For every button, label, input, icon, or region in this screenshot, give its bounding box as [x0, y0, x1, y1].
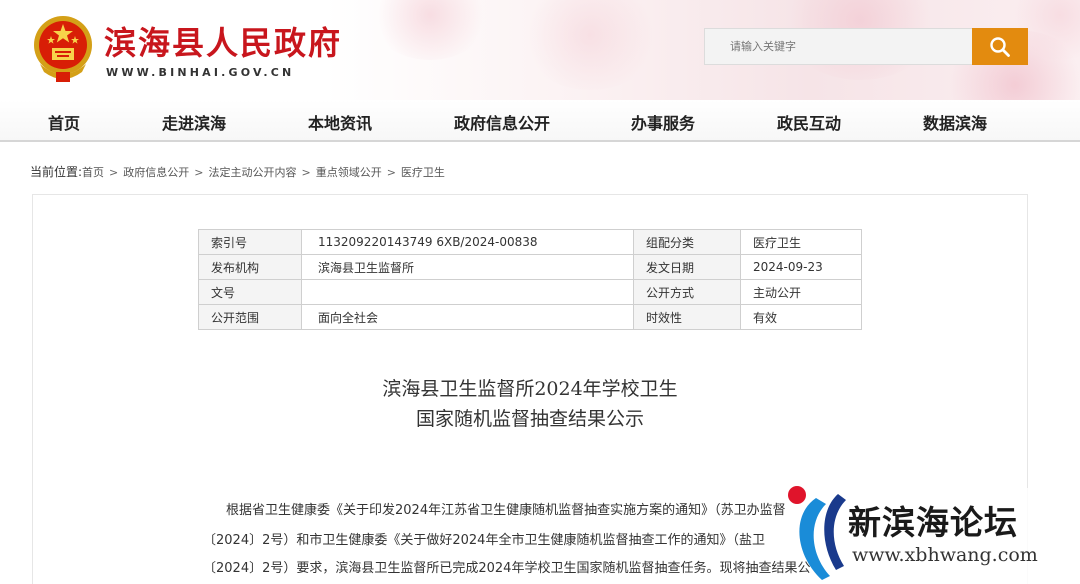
meta-value: 主动公开 [740, 279, 862, 305]
article-body-line: 根据省卫生健康委《关于印发2024年江苏省卫生健康随机监督抽查实施方案的通知》（… [226, 503, 786, 518]
decorative-blossom [520, 0, 660, 90]
breadcrumb: 当前位置:首页 > 政府信息公开 > 法定主动公开内容 > 重点领域公开 > 医疗卫生 [30, 163, 445, 180]
table-row: 索引号 113209220143749 6XB/2024-00838 组配分类 … [198, 229, 862, 255]
document-meta-table: 索引号 113209220143749 6XB/2024-00838 组配分类 … [198, 229, 862, 330]
nav-interaction[interactable]: 政民互动 [777, 110, 841, 134]
search-input[interactable] [704, 28, 974, 65]
meta-label: 发文日期 [633, 254, 741, 280]
search-icon [990, 36, 1010, 57]
nav-data[interactable]: 数据滨海 [923, 110, 987, 134]
search-button[interactable] [972, 28, 1028, 65]
breadcrumb-separator: > [109, 166, 119, 179]
watermark-text: 新滨海论坛 [848, 503, 1018, 542]
meta-label: 组配分类 [633, 229, 741, 255]
meta-value: 有效 [740, 304, 862, 330]
meta-label: 索引号 [198, 229, 302, 255]
article-title-line-2: 国家随机监督抽查结果公示 [415, 408, 644, 430]
table-row: 文号 公开方式 主动公开 [198, 279, 862, 305]
breadcrumb-separator: > [194, 166, 204, 179]
nav-services[interactable]: 办事服务 [631, 110, 695, 134]
meta-value: 面向全社会 [301, 304, 634, 330]
article-body-line: 〔2024〕2号）和市卫生健康委《关于做好2024年全市卫生健康随机监督抽查工作… [203, 533, 765, 548]
decorative-blossom [370, 0, 490, 60]
nav-gov-info[interactable]: 政府信息公开 [454, 110, 550, 134]
meta-value: 113209220143749 6XB/2024-00838 [301, 229, 634, 255]
breadcrumb-item-home[interactable]: 首页 [82, 166, 104, 179]
breadcrumb-item-gov-info[interactable]: 政府信息公开 [123, 166, 189, 179]
national-emblem-icon [34, 16, 92, 82]
breadcrumb-separator: > [301, 166, 311, 179]
meta-label: 文号 [198, 279, 302, 305]
main-nav: 首页 走进滨海 本地资讯 政府信息公开 办事服务 政民互动 数据滨海 [0, 100, 1080, 142]
meta-value: 2024-09-23 [740, 254, 862, 280]
breadcrumb-item-healthcare[interactable]: 医疗卫生 [401, 166, 445, 179]
nav-about-binhai[interactable]: 走进滨海 [162, 110, 226, 134]
site-header: 滨海县人民政府 WWW.BINHAI.GOV.CN [0, 0, 1080, 100]
meta-label: 发布机构 [198, 254, 302, 280]
breadcrumb-separator: > [386, 166, 396, 179]
meta-value: 滨海县卫生监督所 [301, 254, 634, 280]
breadcrumb-item-key-areas[interactable]: 重点领域公开 [316, 166, 382, 179]
nav-home[interactable]: 首页 [48, 110, 80, 134]
meta-label: 时效性 [633, 304, 741, 330]
table-row: 发布机构 滨海县卫生监督所 发文日期 2024-09-23 [198, 254, 862, 280]
meta-label: 公开范围 [198, 304, 302, 330]
meta-label: 公开方式 [633, 279, 741, 305]
breadcrumb-item-statutory[interactable]: 法定主动公开内容 [208, 166, 296, 179]
site-url: WWW.BINHAI.GOV.CN [106, 66, 295, 79]
meta-value [301, 279, 634, 305]
site-title[interactable]: 滨海县人民政府 [104, 18, 342, 64]
article-body-line: 〔2024〕2号）要求，滨海县卫生监督所已完成2024年学校卫生国家随机监督抽查… [203, 561, 811, 576]
watermark-url: www.xbhwang.com [852, 544, 1038, 566]
table-row: 公开范围 面向全社会 时效性 有效 [198, 304, 862, 330]
meta-value: 医疗卫生 [740, 229, 862, 255]
breadcrumb-lead: 当前位置: [30, 165, 83, 179]
nav-local-news[interactable]: 本地资讯 [308, 110, 372, 134]
article-title-line-1: 滨海县卫生监督所2024年学校卫生 [382, 378, 678, 400]
